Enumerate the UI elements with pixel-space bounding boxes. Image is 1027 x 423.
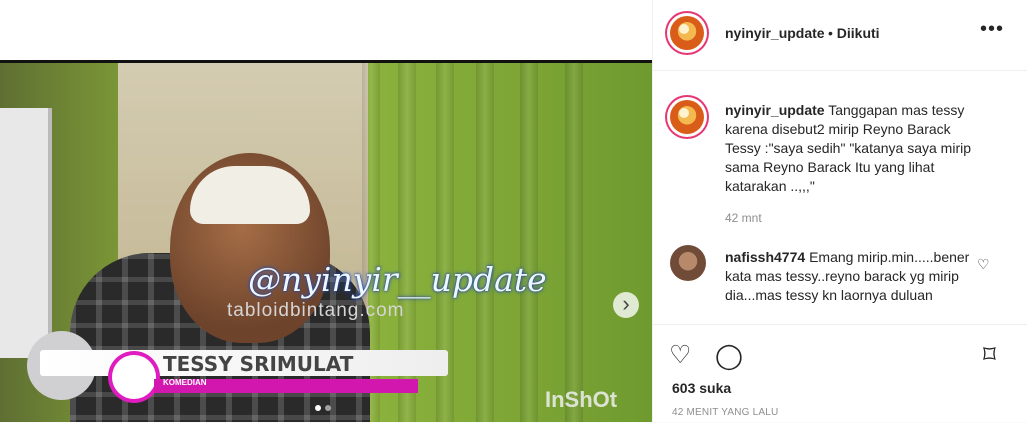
- comment-text: nafissh4774 Emang mirip.min.....bener ka…: [725, 248, 975, 305]
- account-username[interactable]: nyinyir_update: [725, 25, 825, 41]
- more-options-icon[interactable]: •••: [980, 18, 1004, 41]
- caption-avatar[interactable]: [667, 97, 707, 137]
- comments-section[interactable]: nyinyir_update Tanggapan mas tessy karen…: [653, 71, 1027, 324]
- separator-dot: •: [828, 25, 837, 41]
- curtain-fold: [520, 63, 538, 422]
- media-top-area: [0, 0, 652, 63]
- source-watermark: tabloidbintang.com: [227, 300, 405, 321]
- avatar-face: [679, 108, 689, 118]
- carousel-dot: [325, 405, 331, 411]
- comment-icon[interactable]: ◯: [715, 341, 743, 371]
- following-label[interactable]: Diikuti: [837, 25, 880, 41]
- post-actions: ♡ ◯ ⌑ 603 suka 42 MENIT YANG LALU: [653, 324, 1027, 423]
- comment-like-icon[interactable]: ♡: [977, 256, 990, 273]
- comment-username[interactable]: nafissh4774: [725, 249, 805, 265]
- caption-username[interactable]: nyinyir_update: [725, 102, 825, 118]
- following-status[interactable]: • Diikuti: [828, 25, 880, 41]
- lower-third-role: KOMEDIAN: [163, 378, 207, 387]
- caption-time: 42 mnt: [725, 211, 762, 225]
- background-door: [0, 108, 52, 358]
- likes-count[interactable]: 603 suka: [672, 380, 731, 396]
- inshot-watermark: InShOt: [545, 387, 618, 412]
- overlay-handle: @nyinyir__update: [248, 260, 547, 299]
- post-header: nyinyir_update • Diikuti •••: [653, 0, 1027, 71]
- carousel-dot-active: [315, 405, 321, 411]
- avatar-face: [679, 24, 689, 34]
- heart-icon[interactable]: ♡: [669, 340, 691, 370]
- post-time: 42 MENIT YANG LALU: [672, 407, 779, 418]
- post-media: @nyinyir__update tabloidbintang.com TESS…: [0, 0, 652, 422]
- video-player[interactable]: @nyinyir__update tabloidbintang.com TESS…: [0, 63, 652, 422]
- lower-third-name: TESSY SRIMULAT: [163, 352, 354, 376]
- carousel-dots: [315, 404, 331, 412]
- curtain-fold: [476, 63, 494, 422]
- bookmark-icon[interactable]: ⌑: [983, 340, 996, 370]
- person-cap: [190, 166, 310, 224]
- chevron-right-icon[interactable]: ›: [613, 292, 639, 318]
- lower-third-small-circle: [112, 355, 156, 399]
- account-avatar[interactable]: [667, 13, 707, 53]
- caption-text: nyinyir_update Tanggapan mas tessy karen…: [725, 101, 985, 196]
- commenter-avatar[interactable]: [670, 245, 706, 281]
- post-side-panel: nyinyir_update • Diikuti ••• nyinyir_upd…: [652, 0, 1027, 422]
- curtain-fold: [565, 63, 583, 422]
